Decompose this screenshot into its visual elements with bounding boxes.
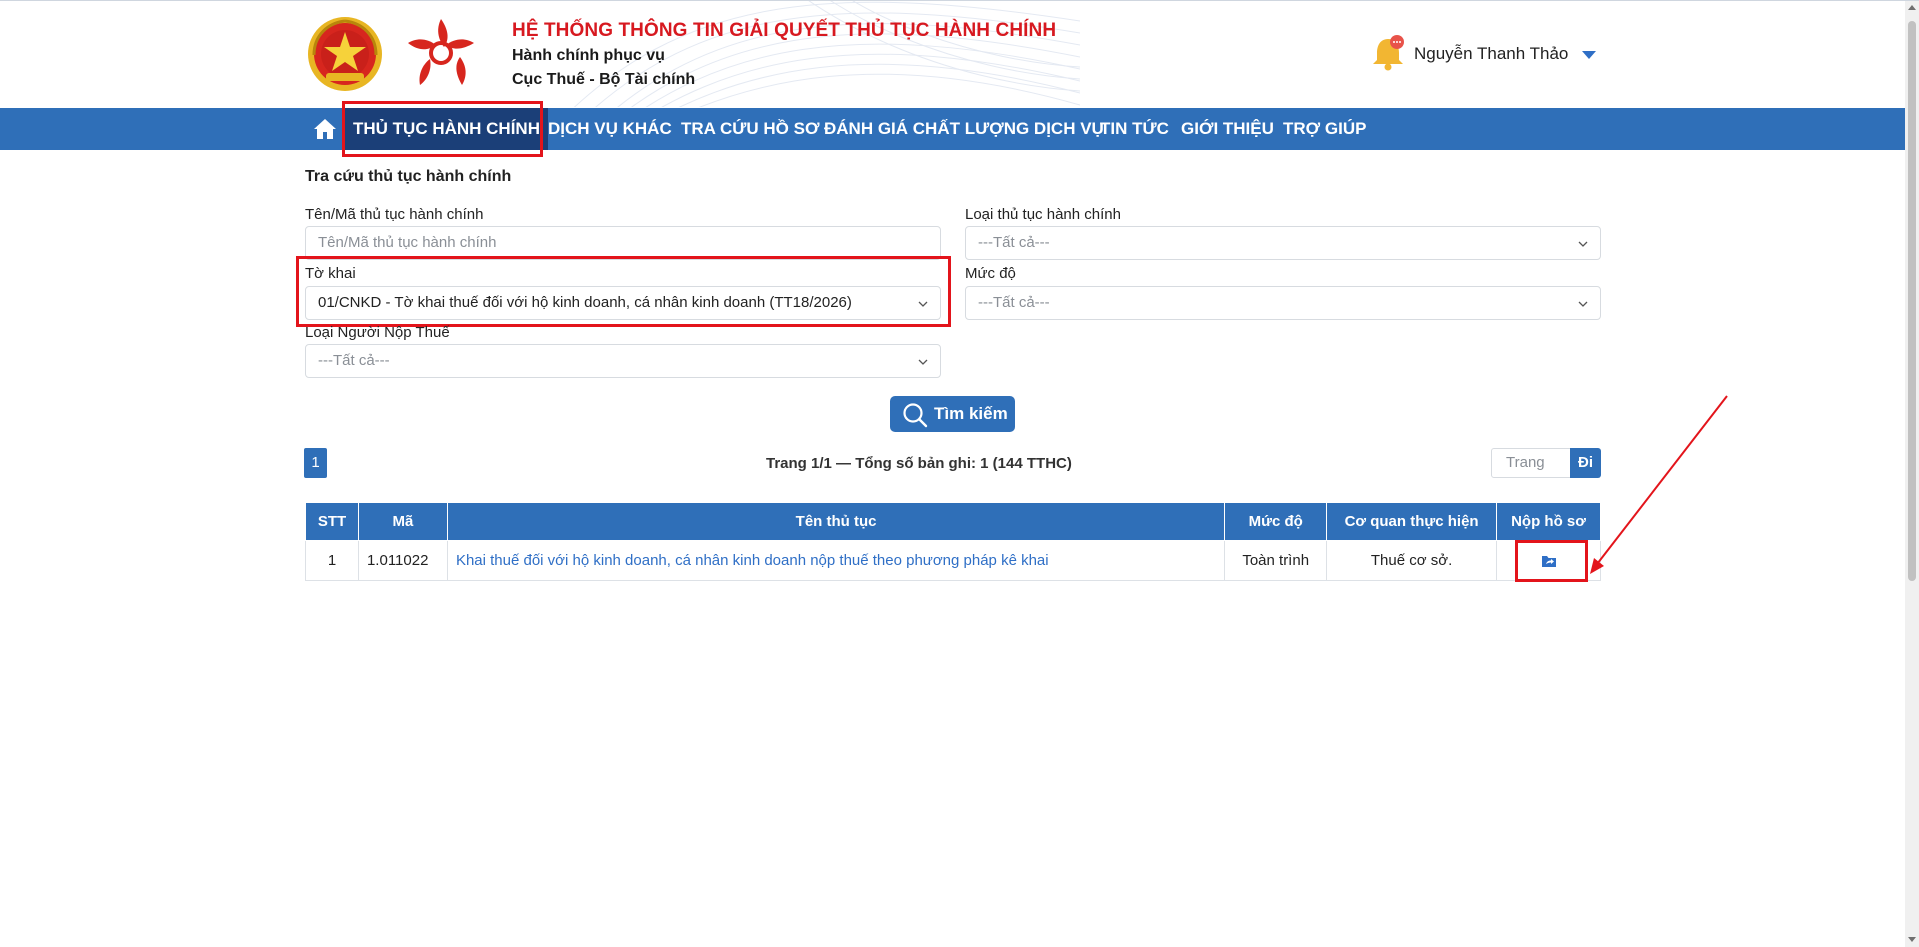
user-name[interactable]: Nguyễn Thanh Thảo: [1414, 44, 1568, 64]
column-header-name: Tên thủ tục: [446, 502, 1226, 541]
pagination-page-1[interactable]: 1: [304, 448, 327, 478]
column-header-stt: STT: [305, 502, 359, 541]
procedure-name-label: Tên/Mã thủ tục hành chính: [305, 206, 484, 223]
level-select-value: ---Tất cả---: [978, 294, 1050, 311]
search-button-label: Tìm kiếm: [934, 404, 1008, 423]
system-title: HỆ THỐNG THÔNG TIN GIẢI QUYẾT THỦ TỤC HÀ…: [512, 20, 1057, 41]
row-agency: Thuế cơ sở.: [1326, 540, 1498, 581]
bell-icon[interactable]: [1372, 33, 1406, 71]
system-subtitle: Hành chính phục vụ: [512, 47, 665, 64]
table-row: 1 1.011022 Khai thuế đối với hộ kinh doa…: [305, 540, 1601, 581]
procedure-type-label: Loại thủ tục hành chính: [965, 206, 1121, 223]
search-button[interactable]: Tìm kiếm: [890, 396, 1015, 432]
column-header-agency: Cơ quan thực hiện: [1326, 502, 1498, 541]
level-label: Mức độ: [965, 265, 1016, 282]
level-select[interactable]: ---Tất cả---: [965, 286, 1601, 320]
nav-item-dich-vu-khac[interactable]: DỊCH VỤ KHÁC: [548, 108, 672, 150]
nav-item-danh-gia-chat-luong[interactable]: ĐÁNH GIÁ CHẤT LƯỢNG DỊCH VỤ: [824, 108, 1104, 150]
site-header: HỆ THỐNG THÔNG TIN GIẢI QUYẾT THỦ TỤC HÀ…: [0, 1, 1905, 107]
procedure-name-input[interactable]: [318, 234, 940, 251]
nav-item-tro-giup[interactable]: TRỢ GIÚP: [1283, 108, 1366, 150]
annotation-highlight-nav: [342, 101, 543, 157]
taxpayer-type-label: Loại Người Nộp Thuế: [305, 324, 450, 341]
row-level: Toàn trình: [1224, 540, 1328, 581]
scroll-down-arrow-icon[interactable]: [1908, 937, 1916, 942]
main-navigation: THỦ TỤC HÀNH CHÍNH DỊCH VỤ KHÁC TRA CỨU …: [0, 108, 1905, 150]
search-icon: [903, 403, 928, 428]
chevron-down-icon: [1578, 241, 1588, 247]
annotation-arrow: [1590, 395, 1728, 574]
column-header-level: Mức độ: [1224, 502, 1328, 541]
national-emblem-logo: [308, 17, 382, 91]
taxpayer-type-select[interactable]: ---Tất cả---: [305, 344, 941, 378]
procedure-link[interactable]: Khai thuế đối với hộ kinh doanh, cá nhân…: [446, 540, 1226, 581]
pagination-info: Trang 1/1 — Tổng số bản ghi: 1 (144 TTHC…: [766, 455, 1072, 472]
scrollbar-thumb[interactable]: [1908, 21, 1916, 581]
row-stt: 1: [305, 540, 359, 581]
nav-item-tin-tuc[interactable]: TIN TỨC: [1100, 108, 1169, 150]
procedure-type-value: ---Tất cả---: [978, 234, 1050, 251]
procedures-table: STT Mã Tên thủ tục Mức độ Cơ quan thực h…: [305, 502, 1601, 581]
chevron-down-icon: [1578, 301, 1588, 307]
search-section-title: Tra cứu thủ tục hành chính: [305, 168, 512, 185]
vertical-scrollbar[interactable]: [1905, 1, 1919, 947]
procedure-name-field[interactable]: [305, 226, 941, 260]
taxpayer-type-value: ---Tất cả---: [318, 352, 390, 369]
chevron-down-icon[interactable]: [1582, 51, 1596, 59]
chevron-down-icon: [918, 359, 928, 365]
annotation-highlight-form: [296, 256, 951, 327]
scroll-up-arrow-icon[interactable]: [1908, 5, 1916, 10]
agency-name: Cục Thuế - Bộ Tài chính: [512, 71, 696, 88]
table-header-row: STT Mã Tên thủ tục Mức độ Cơ quan thực h…: [305, 502, 1601, 541]
page-number-input[interactable]: Trang: [1491, 448, 1571, 478]
tax-department-logo: [408, 19, 474, 85]
procedure-type-select[interactable]: ---Tất cả---: [965, 226, 1601, 260]
nav-item-gioi-thieu[interactable]: GIỚI THIỆU: [1181, 108, 1274, 150]
nav-item-tra-cuu-ho-so[interactable]: TRA CỨU HỒ SƠ: [681, 108, 819, 150]
home-icon[interactable]: [313, 117, 337, 141]
row-code: 1.011022: [357, 540, 448, 581]
column-header-code: Mã: [357, 502, 448, 541]
